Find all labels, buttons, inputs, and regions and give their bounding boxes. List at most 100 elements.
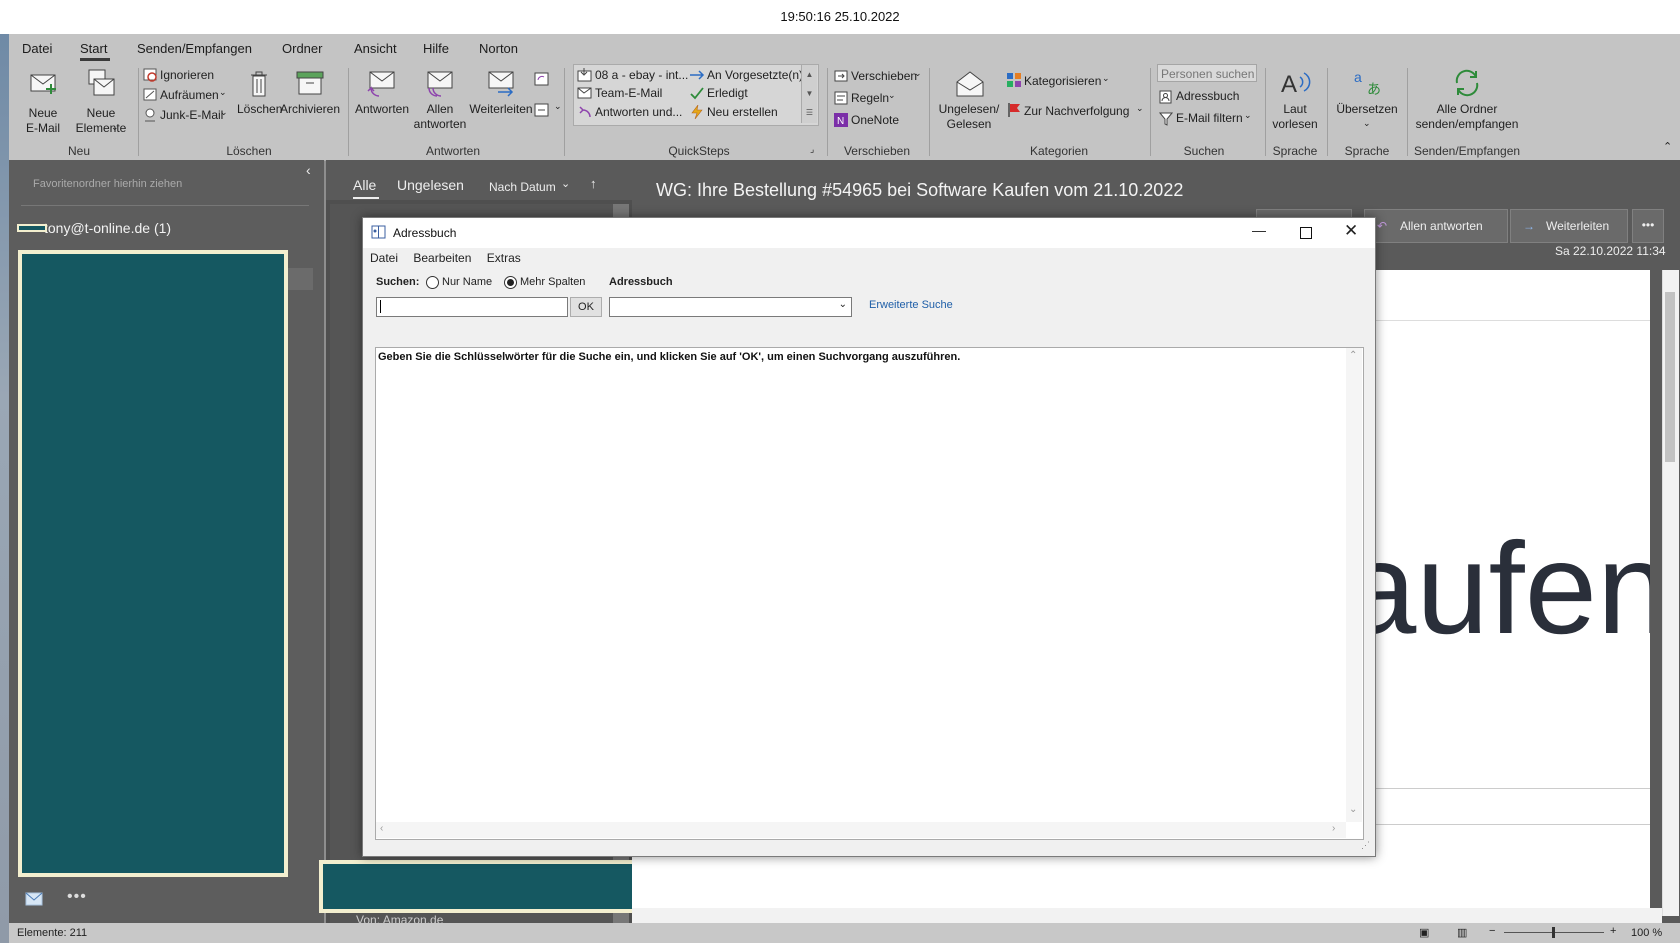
new-email-button[interactable]: Neue E-Mail	[13, 68, 73, 140]
advanced-search-link[interactable]: Erweiterte Suche	[869, 299, 953, 311]
quickstep-item-1[interactable]: 08 a - ebay - int...	[595, 68, 688, 82]
menu-start[interactable]: Start	[80, 41, 107, 56]
dialog-menu-extras[interactable]: Extras	[487, 251, 521, 265]
radio-more-columns[interactable]	[504, 276, 517, 289]
reply-all-icon: ↶	[1377, 219, 1388, 233]
svg-text:a: a	[1354, 69, 1362, 85]
results-vscroll[interactable]: ⌃ ⌄	[1346, 348, 1362, 822]
tab-all[interactable]: Alle	[353, 177, 376, 193]
ok-button[interactable]: OK	[570, 297, 602, 317]
ribbon-separator	[929, 68, 930, 156]
maximize-icon[interactable]	[1300, 227, 1312, 239]
zoom-thumb[interactable]	[1552, 927, 1555, 938]
search-input[interactable]	[376, 297, 568, 317]
translate-icon: aあ	[1354, 69, 1381, 97]
archive-button[interactable]: Archivieren	[279, 68, 341, 140]
resize-grip-icon[interactable]: ⋰	[1361, 840, 1370, 851]
move-button[interactable]: Verschieben	[851, 69, 917, 83]
close-icon[interactable]: ✕	[1344, 221, 1358, 241]
filter-icon	[1159, 112, 1173, 126]
quickstep-item-2[interactable]: Team-E-Mail	[595, 86, 662, 100]
reply-button[interactable]: Antworten	[351, 68, 413, 140]
scroll-thumb[interactable]	[1665, 292, 1675, 462]
forward-button[interactable]: Weiterleiten	[469, 68, 533, 140]
follow-up-button[interactable]: Zur Nachverfolgung	[1024, 104, 1129, 118]
addressbook-select[interactable]: ⌄	[609, 297, 852, 317]
results-hscroll[interactable]: ‹ ›	[376, 822, 1346, 838]
forward-button[interactable]: → Weiterleiten	[1510, 209, 1628, 243]
dialog-menu-datei[interactable]: Datei	[370, 251, 398, 265]
rules-button[interactable]: Regeln	[851, 91, 889, 105]
redacted-folder-list	[18, 250, 288, 877]
sync-icon	[1455, 69, 1479, 97]
account-folder[interactable]: tony@t-online.de (1)	[44, 220, 171, 236]
tab-unread[interactable]: Ungelesen	[397, 177, 464, 193]
quicksteps-scroll[interactable]: ▲ ▼ ☰	[801, 65, 817, 123]
search-people-input[interactable]: Personen suchen	[1157, 64, 1257, 82]
junk-email-button[interactable]: Junk-E-Mail	[160, 108, 223, 122]
radio-name-only[interactable]	[426, 276, 439, 289]
chevron-up-icon[interactable]: ▲	[802, 65, 817, 84]
reply-all-button[interactable]: Allen antworten	[411, 68, 469, 140]
addressbook-button[interactable]: Adressbuch	[1176, 89, 1239, 103]
menu-datei[interactable]: Datei	[22, 41, 52, 56]
reading-view-icon[interactable]: ▥	[1457, 926, 1467, 939]
dialog-menu-bearbeiten[interactable]: Bearbeiten	[413, 251, 471, 265]
ribbon-separator	[348, 68, 349, 156]
reply-all-button[interactable]: ↶ Allen antworten	[1364, 209, 1508, 243]
more-apps-icon[interactable]: •••	[67, 888, 87, 906]
unread-read-button[interactable]: Ungelesen/ Gelesen	[933, 68, 1005, 140]
collapse-ribbon-icon[interactable]: ⌃	[1663, 140, 1672, 153]
expand-gallery-icon[interactable]: ☰	[802, 103, 817, 122]
filter-email-button[interactable]: E-Mail filtern	[1176, 111, 1243, 125]
dialog-launcher-icon[interactable]: ⌟	[810, 144, 814, 155]
dialog-title: Adressbuch	[393, 226, 457, 240]
delete-button[interactable]: Löschen	[237, 68, 283, 140]
chevron-down-icon: ⌄	[1136, 103, 1144, 113]
categorize-button[interactable]: Kategorisieren	[1024, 74, 1101, 88]
normal-view-icon[interactable]: ▣	[1419, 926, 1429, 939]
ribbon-separator	[827, 68, 828, 156]
chevron-left-icon[interactable]: ‹	[380, 823, 383, 834]
zoom-out-icon[interactable]: −	[1489, 925, 1495, 937]
send-receive-all-button[interactable]: Alle Ordner senden/empfangen	[1409, 68, 1525, 140]
menu-bar: Datei Start Senden/Empfangen Ordner Ansi…	[9, 34, 1680, 64]
sort-direction-icon[interactable]: ↑	[590, 176, 597, 191]
translate-button[interactable]: aあ Übersetzen ⌄	[1329, 68, 1405, 140]
menu-norton[interactable]: Norton	[479, 41, 518, 56]
read-aloud-button[interactable]: A Laut vorlesen	[1267, 68, 1323, 140]
read-aloud-icon: A	[1281, 71, 1311, 98]
svg-text:A: A	[1281, 71, 1297, 98]
mail-icon[interactable]	[25, 892, 43, 906]
new-items-button[interactable]: Neue Elemente ⌄	[71, 68, 131, 140]
chevron-down-icon[interactable]: ▼	[802, 84, 817, 103]
move-icon	[834, 70, 848, 82]
quickstep-item-6[interactable]: Neu erstellen	[707, 105, 778, 119]
meeting-reply-icon[interactable]	[534, 71, 550, 87]
menu-ordner[interactable]: Ordner	[282, 41, 322, 56]
onenote-button[interactable]: OneNote	[851, 113, 899, 127]
menu-senden-empfangen[interactable]: Senden/Empfangen	[137, 41, 252, 56]
horizontal-scrollbar[interactable]	[632, 908, 1662, 923]
vertical-scrollbar[interactable]	[1662, 270, 1679, 916]
sort-by-date[interactable]: Nach Datum	[489, 180, 556, 194]
chevron-right-icon[interactable]: ›	[1332, 823, 1335, 834]
minimize-icon[interactable]: —	[1252, 222, 1266, 238]
quickstep-item-5[interactable]: Erledigt	[707, 86, 748, 100]
more-actions-icon[interactable]: •••	[1632, 209, 1664, 243]
menu-ansicht[interactable]: Ansicht	[354, 41, 397, 56]
chevron-up-icon[interactable]: ⌃	[1349, 350, 1357, 361]
zoom-in-icon[interactable]: +	[1610, 925, 1616, 937]
desktop-edge	[0, 34, 9, 943]
more-respond-icon[interactable]	[534, 102, 550, 118]
chevron-down-icon[interactable]: ⌄	[1349, 804, 1357, 815]
quickstep-item-4[interactable]: An Vorgesetzte(n)	[707, 68, 803, 82]
quickstep-item-3[interactable]: Antworten und...	[595, 105, 682, 119]
results-list[interactable]: Geben Sie die Schlüsselwörter für die Su…	[375, 347, 1364, 840]
menu-hilfe[interactable]: Hilfe	[423, 41, 449, 56]
reply-label: Antworten	[354, 102, 410, 116]
collapse-pane-icon[interactable]: ‹	[306, 162, 311, 178]
cleanup-button[interactable]: Aufräumen	[160, 88, 219, 102]
delete-label: Löschen	[237, 102, 283, 116]
ignore-button[interactable]: Ignorieren	[160, 68, 214, 82]
